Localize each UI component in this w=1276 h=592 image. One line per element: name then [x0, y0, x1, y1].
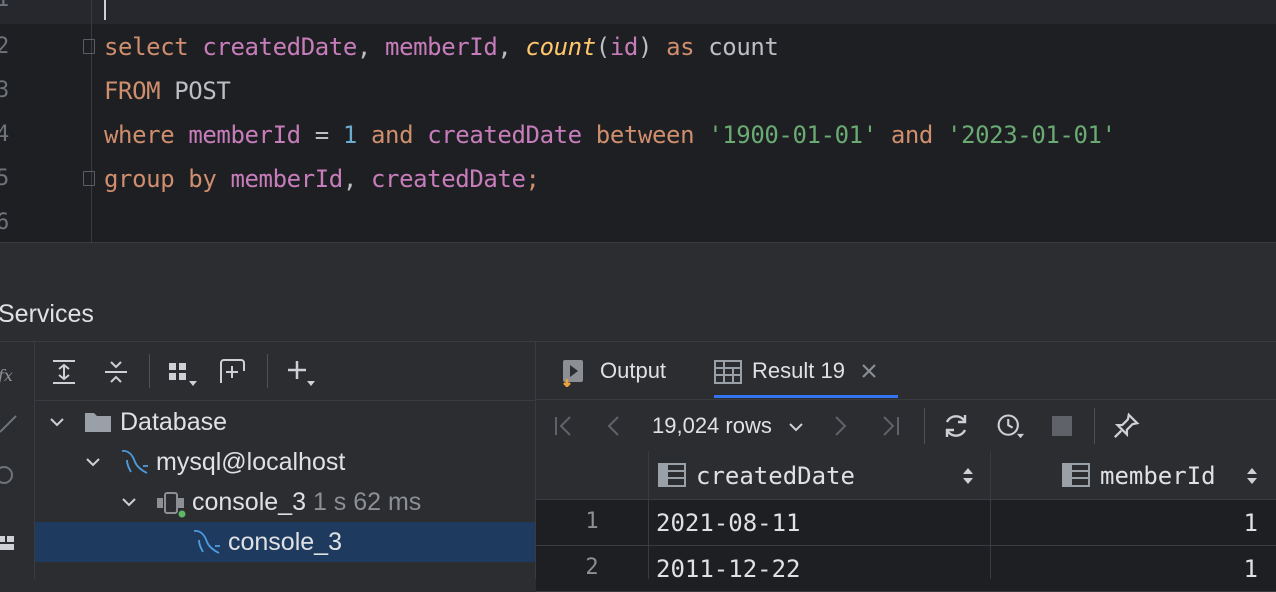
row-number: 1 — [585, 509, 599, 534]
editor-line-4: 4 where memberId = 1 and createdDate bet… — [0, 113, 1276, 157]
tree-item-label: console_3 1 s 62 ms — [192, 488, 422, 516]
chevron-down-icon[interactable] — [85, 454, 101, 470]
grid-header: createdDate memberId — [536, 451, 1276, 500]
toolbar-divider — [149, 354, 150, 388]
services-header: Services — [0, 288, 1276, 341]
mysql-icon — [191, 528, 223, 561]
cell-memberid[interactable]: 1 — [1244, 509, 1258, 537]
toolbar-divider — [924, 408, 925, 444]
svg-text:fx: fx — [0, 366, 13, 385]
services-tree-panel: Database mysql@localhost console_3 1 s 6… — [35, 341, 536, 579]
refresh-icon[interactable] — [942, 412, 970, 440]
collapse-all-icon[interactable] — [99, 355, 133, 389]
close-icon[interactable] — [860, 362, 878, 385]
code-text: select createdDate, memberId, count(id) … — [104, 33, 779, 61]
editor-line-6: 6 — [0, 201, 1276, 242]
tab-label: Output — [600, 358, 667, 383]
results-toolbar: 19,024 rows — [536, 399, 1276, 453]
column-icon — [1062, 463, 1090, 492]
tab-result[interactable]: Result 19 — [714, 342, 898, 399]
text-caret — [104, 0, 106, 20]
tree-item-label: mysql@localhost — [156, 448, 346, 476]
code-text: group by memberId, createdDate; — [104, 165, 540, 193]
tree-toolbar — [35, 342, 535, 401]
tree-item-connection[interactable]: mysql@localhost — [35, 442, 535, 482]
editor-line-2: 2 select createdDate, memberId, count(id… — [0, 25, 1276, 69]
toolbar-divider — [1094, 408, 1095, 444]
cell-createddate[interactable]: 2021-08-11 — [656, 509, 801, 537]
group-by-icon[interactable] — [165, 355, 199, 389]
circle-icon[interactable] — [0, 464, 20, 486]
code-text: where memberId = 1 and createdDate betwe… — [104, 121, 1116, 149]
sql-editor[interactable]: 1 2 select createdDate, memberId, count(… — [0, 0, 1276, 242]
code-text: FROM POST — [104, 77, 231, 105]
column-header-memberid[interactable]: memberId — [1100, 462, 1216, 490]
table-row[interactable]: 2 2011-12-22 1 — [536, 546, 1276, 592]
cell-memberid[interactable]: 1 — [1244, 555, 1258, 583]
history-icon[interactable] — [996, 412, 1024, 440]
services-side-toolbar: fx — [0, 341, 35, 579]
column-icon — [658, 463, 686, 492]
first-page-icon[interactable] — [550, 412, 578, 440]
results-panel: Output Result 19 19,024 rows createdDate… — [536, 341, 1276, 592]
column-divider — [648, 451, 649, 579]
add-icon[interactable] — [283, 355, 317, 389]
line-number: 2 — [0, 34, 10, 59]
chevron-down-icon[interactable] — [788, 420, 804, 439]
execution-time: 1 s 62 ms — [312, 488, 422, 516]
line-number: 6 — [0, 210, 10, 235]
chevron-down-icon[interactable] — [49, 414, 65, 430]
editor-bottom-bar — [0, 242, 1276, 289]
tab-label: Result 19 — [752, 358, 845, 383]
next-page-icon[interactable] — [826, 412, 854, 440]
line-number: 5 — [0, 166, 10, 191]
editor-line-1: 1 — [0, 0, 1276, 22]
column-header-createddate[interactable]: createdDate — [696, 462, 855, 490]
tab-output[interactable]: Output — [536, 342, 706, 399]
editor-line-3: 3 FROM POST — [0, 69, 1276, 113]
last-page-icon[interactable] — [876, 412, 904, 440]
chevron-down-icon[interactable] — [121, 494, 137, 510]
previous-page-icon[interactable] — [600, 412, 628, 440]
active-tab-indicator — [714, 395, 898, 398]
mysql-icon — [119, 448, 151, 481]
layout-icon[interactable] — [0, 532, 20, 554]
editor-line-5: 5 group by memberId, createdDate; — [0, 157, 1276, 201]
toolbar-divider — [267, 354, 268, 388]
table-icon — [714, 360, 742, 389]
tree-item-label: console_3 — [228, 528, 342, 556]
tree-item-console[interactable]: console_3 1 s 62 ms — [35, 482, 535, 522]
result-grid: createdDate memberId 1 2021-08-11 1 2 20… — [536, 451, 1276, 592]
tree-item-label: Database — [120, 408, 228, 436]
fold-marker-icon[interactable] — [83, 171, 95, 186]
sort-icon[interactable] — [1246, 467, 1258, 485]
row-count-dropdown[interactable]: 19,024 rows — [652, 413, 772, 439]
stop-icon[interactable] — [1048, 412, 1076, 440]
line-number: 1 — [0, 0, 16, 22]
line-number: 3 — [0, 78, 10, 103]
tree-item-session[interactable]: console_3 — [35, 522, 535, 562]
pin-icon[interactable] — [1112, 412, 1140, 440]
edit-icon[interactable] — [0, 412, 20, 434]
row-number: 2 — [585, 555, 599, 580]
new-group-icon[interactable] — [215, 355, 249, 389]
console-icon — [155, 490, 187, 523]
folder-icon — [84, 410, 112, 439]
expand-all-icon[interactable] — [47, 355, 81, 389]
output-icon — [562, 359, 588, 392]
line-number: 4 — [0, 122, 10, 147]
tree-item-database[interactable]: Database — [35, 402, 535, 442]
function-icon[interactable]: fx — [0, 364, 20, 386]
cell-createddate[interactable]: 2011-12-22 — [656, 555, 801, 583]
column-divider — [990, 451, 991, 579]
services-title: Services — [0, 300, 94, 328]
table-row[interactable]: 1 2021-08-11 1 — [536, 500, 1276, 546]
sort-icon[interactable] — [962, 467, 974, 485]
fold-marker-icon[interactable] — [83, 39, 95, 54]
